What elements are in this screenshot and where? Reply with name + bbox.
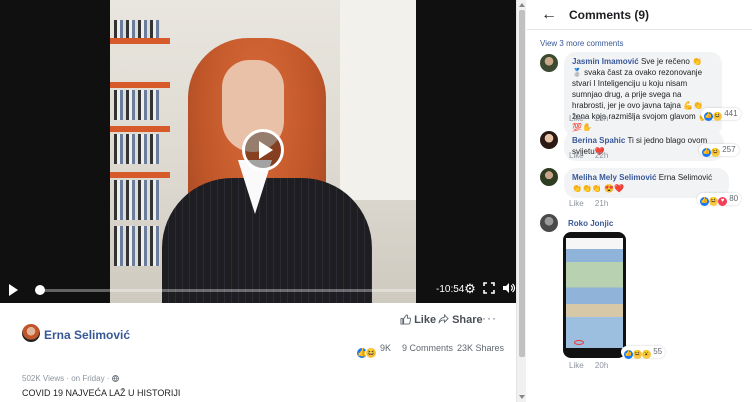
gear-icon[interactable]: ⚙ [463,282,477,296]
wow-reaction-icon: 😮 [642,350,651,359]
like-button[interactable]: Like [400,314,436,326]
comment-time[interactable]: 23h [595,114,608,123]
comments-count[interactable]: 9 Comments [402,343,453,353]
page-scrollbar[interactable] [516,0,526,402]
comment-bubble: Jasmin Imamović Sve je rečeno 👏 🥈 svaka … [564,52,722,137]
comments-title: Comments (9) [569,8,650,22]
comment-time[interactable]: 21h [595,199,608,208]
comment-avatar[interactable] [540,214,558,232]
like-reaction-icon: 👍 [624,350,633,359]
comment-time[interactable]: 20h [595,361,608,370]
share-label: Share [452,314,483,326]
like-reaction-icon: 👍 [700,197,709,206]
facebook-video-page: -10:54 ⚙ Erna Selimović Like Share ··· 👍… [0,0,752,402]
reaction-count[interactable]: 9K [380,343,391,353]
globe-icon [111,374,119,383]
play-icon[interactable] [9,284,18,296]
comment-avatar[interactable] [540,54,558,72]
like-reaction-icon: 👍 [702,148,711,157]
share-icon [438,313,452,326]
comment-time[interactable]: 22h [595,151,608,160]
comment-actions: Like 20h [569,361,617,370]
comment-like-link[interactable]: Like [569,114,584,123]
haha-reaction-icon: 😆 [365,347,377,359]
comment-actions: Like 21h [569,199,617,208]
love-reaction-icon: ♥ [718,197,727,206]
play-overlay-button[interactable] [242,129,284,171]
comments-panel: ← Comments (9) View 3 more comments Jasm… [527,0,752,402]
more-options-button[interactable]: ··· [482,311,497,325]
comment-reactions[interactable]: 👍 😆 😮 55 [621,346,666,359]
comment-actions: Like 22h [569,151,617,160]
author-avatar[interactable] [22,324,40,342]
reactions-summary[interactable]: 👍😆 [356,342,377,360]
comment-author[interactable]: Berina Spahic [572,136,625,145]
like-reaction-icon: 👍 [704,112,713,121]
haha-reaction-icon: 😆 [713,112,722,121]
comment-reactions[interactable]: 👍 😆 257 [699,144,739,157]
comments-header: ← Comments (9) [527,0,752,30]
comment-reactions[interactable]: 👍 😆 441 [701,108,741,121]
map-screenshot-image [566,238,623,348]
scroll-down-arrow-icon[interactable] [519,395,525,399]
comment-avatar[interactable] [540,131,558,149]
time-remaining: -10:54 [436,284,465,295]
view-more-comments-link[interactable]: View 3 more comments [540,39,623,48]
post-meta: 502K Views · on Friday · [22,374,119,383]
like-label: Like [414,314,437,326]
volume-icon[interactable] [501,282,515,296]
comment-author[interactable]: Meliha Mely Selimović [572,173,656,182]
scroll-up-arrow-icon[interactable] [519,3,525,7]
haha-reaction-icon: 😆 [711,148,720,157]
video-player[interactable]: -10:54 ⚙ [0,0,516,303]
comment-reactions[interactable]: 👍 😆 ♥ 80 [697,193,742,206]
video-controls: -10:54 ⚙ [0,276,516,303]
video-progress-bar[interactable] [40,289,416,292]
share-button[interactable]: Share [438,313,483,326]
shares-count[interactable]: 23K Shares [457,343,504,353]
scrollbar-thumb[interactable] [519,10,525,357]
haha-reaction-icon: 😆 [633,350,642,359]
comment-like-link[interactable]: Like [569,199,584,208]
back-arrow-icon[interactable]: ← [541,6,557,24]
progress-knob[interactable] [35,285,45,295]
comment-author[interactable]: Jasmin Imamović [572,57,639,66]
fullscreen-icon[interactable] [482,282,496,296]
thumbs-up-icon [400,314,414,326]
comment-like-link[interactable]: Like [569,151,584,160]
comment-image[interactable] [563,232,626,358]
comment-actions: Like 23h [569,114,617,123]
post-caption: COVID 19 NAJVEĆA LAŽ U HISTORIJI [22,388,181,398]
author-name[interactable]: Erna Selimović [44,328,130,342]
haha-reaction-icon: 😆 [709,197,718,206]
comment-author[interactable]: Roko Jonjic [568,219,613,228]
comment-avatar[interactable] [540,168,558,186]
post-time[interactable]: on Friday [71,374,104,383]
views-count: 502K Views [22,374,65,383]
comment-like-link[interactable]: Like [569,361,584,370]
